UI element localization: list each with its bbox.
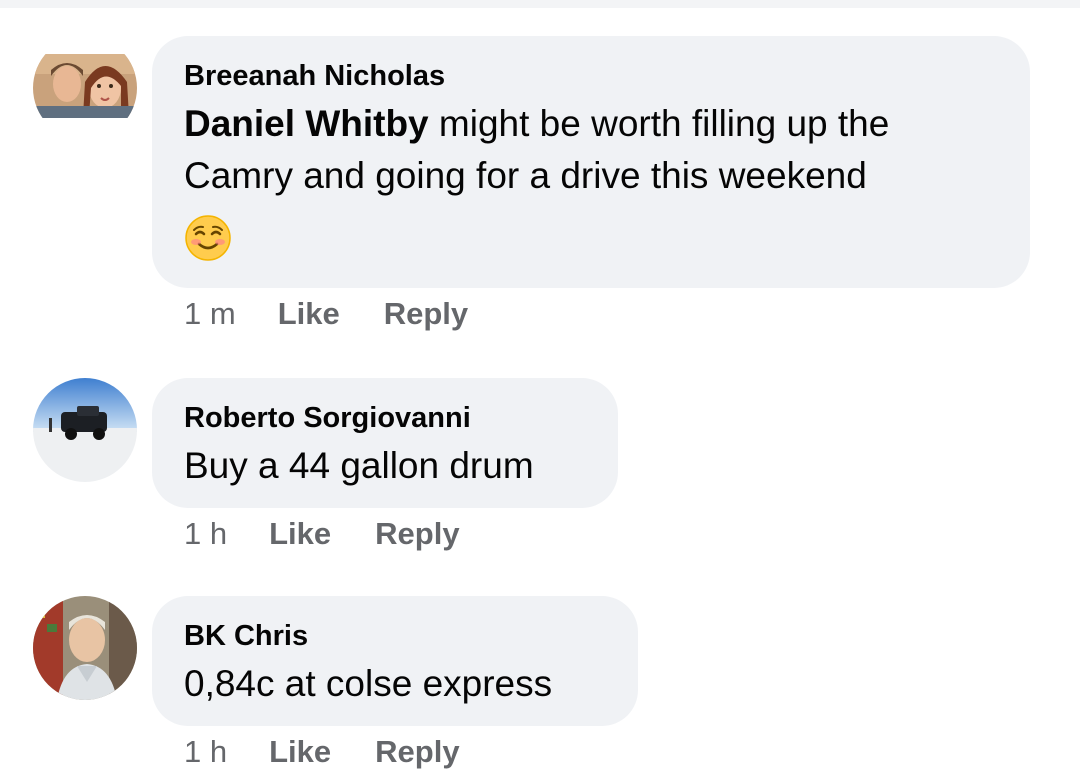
comment-actions: 1 h Like Reply: [184, 516, 504, 552]
avatar[interactable]: [33, 378, 137, 482]
comment-body: 0,84c at colse express: [184, 663, 553, 704]
comment-timestamp: 1 h: [184, 734, 228, 769]
avatar-photo: [33, 36, 137, 140]
avatar[interactable]: [33, 36, 137, 140]
comment-author[interactable]: Roberto Sorgiovanni: [184, 400, 586, 436]
like-button[interactable]: Like: [269, 734, 331, 770]
like-button[interactable]: Like: [278, 296, 340, 332]
comment-bubble: Breeanah Nicholas Daniel Whitby might be…: [152, 36, 1030, 288]
mention-link[interactable]: Daniel Whitby: [184, 103, 429, 144]
comment-timestamp: 1 m: [184, 296, 236, 331]
avatar-photo: [33, 378, 137, 482]
comment-author[interactable]: Breeanah Nicholas: [184, 58, 998, 94]
reply-button[interactable]: Reply: [375, 516, 459, 552]
comment-author[interactable]: BK Chris: [184, 618, 606, 654]
like-button[interactable]: Like: [269, 516, 331, 552]
reply-button[interactable]: Reply: [384, 296, 468, 332]
comment-bubble: Roberto Sorgiovanni Buy a 44 gallon drum: [152, 378, 618, 508]
comment-body: Buy a 44 gallon drum: [184, 445, 534, 486]
smiling-face-icon: [184, 214, 232, 262]
comment-bubble: BK Chris 0,84c at colse express: [152, 596, 638, 726]
avatar[interactable]: [33, 596, 137, 700]
reply-button[interactable]: Reply: [375, 734, 459, 770]
comment-actions: 1 h Like Reply: [184, 734, 504, 770]
comment-actions: 1 m Like Reply: [184, 296, 512, 332]
comment-timestamp: 1 h: [184, 516, 228, 551]
avatar-photo: [33, 596, 137, 700]
comment-text: Daniel Whitby might be worth filling up …: [184, 98, 998, 202]
top-divider: [0, 0, 1080, 8]
